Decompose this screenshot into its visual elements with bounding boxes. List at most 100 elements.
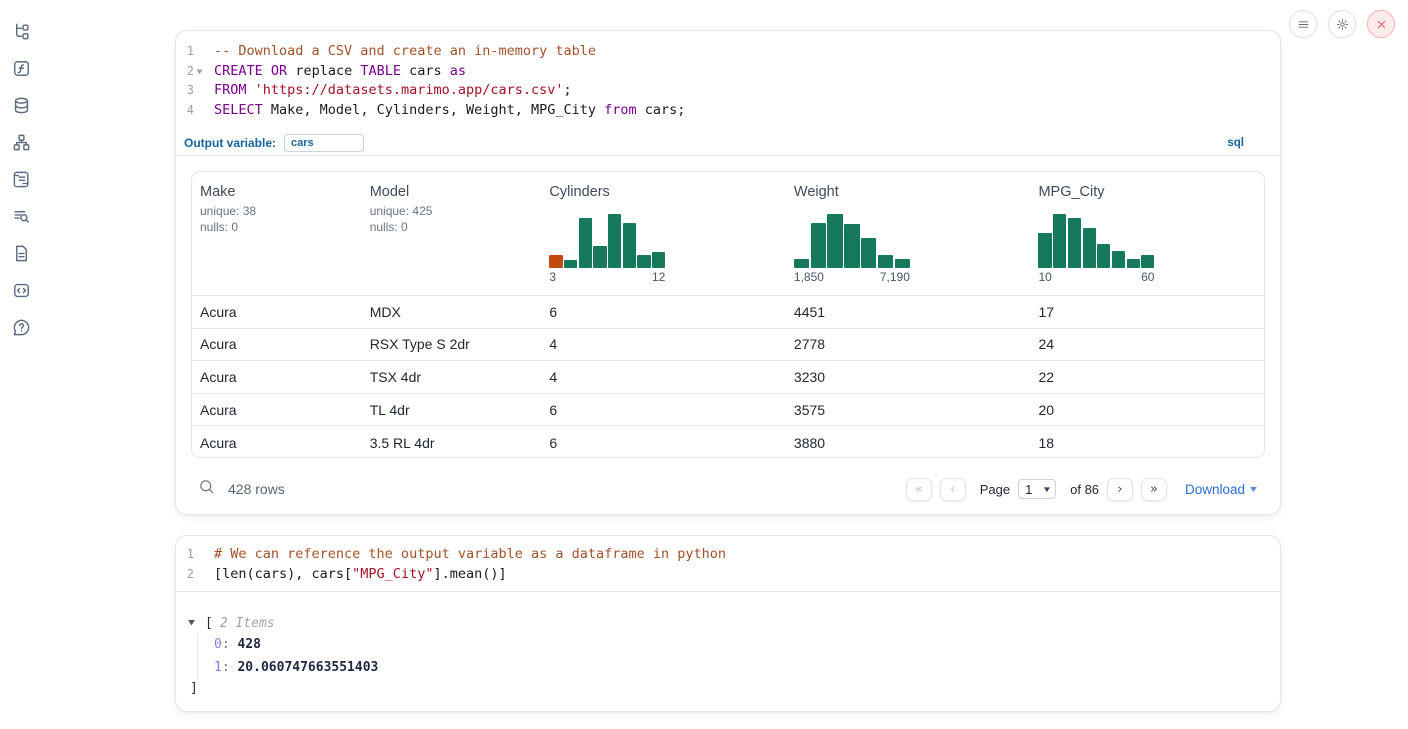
tree-entry-value: 20.060747663551403	[237, 660, 378, 675]
code-token: from	[604, 102, 637, 118]
code-token: cars	[401, 63, 450, 79]
code-token: ;	[564, 82, 572, 98]
histogram-bar	[608, 214, 621, 268]
code-token: CREATE	[214, 63, 263, 79]
histogram-bar	[637, 255, 650, 268]
column-title: MPG_City	[1038, 184, 1256, 200]
data-sources-icon[interactable]	[11, 96, 31, 116]
table-cell: 22	[1030, 369, 1264, 385]
page-select[interactable]: 1 ▼	[1018, 479, 1056, 499]
tree-root-row: ▼ [ 2 Items	[190, 612, 378, 634]
histogram-bar	[1083, 228, 1096, 268]
marimo-notebook: 1-- Download a CSV and create an in-memo…	[0, 0, 1408, 729]
settings-button[interactable]	[1328, 10, 1356, 38]
histogram-bar	[1053, 214, 1066, 268]
gutter-spacer	[192, 101, 217, 121]
output-variable-row: Output variable: sql	[176, 131, 1280, 156]
code-line: 4SELECT Make, Model, Cylinders, Weight, …	[176, 101, 1280, 121]
table-cell: 2778	[786, 336, 1031, 352]
dependency-graph-icon[interactable]	[11, 133, 31, 153]
output-variable-label: Output variable:	[184, 136, 276, 150]
snippets-icon[interactable]	[11, 281, 31, 301]
code-text: SELECT Make, Model, Cylinders, Weight, M…	[214, 101, 685, 121]
table-cell: 3230	[786, 369, 1031, 385]
table-cell: RSX Type S 2dr	[362, 336, 542, 352]
first-page-button[interactable]: «	[906, 478, 932, 501]
documentation-icon[interactable]	[11, 244, 31, 264]
code-text: CREATE OR replace TABLE cars as	[214, 62, 466, 82]
chevron-down-icon: ▼	[1248, 484, 1259, 494]
menu-icon	[1297, 18, 1310, 31]
code-line: 2[len(cars), cars["MPG_City"].mean()]	[176, 565, 1280, 585]
shutdown-button[interactable]	[1367, 10, 1395, 38]
sql-code-editor[interactable]: 1-- Download a CSV and create an in-memo…	[176, 31, 1280, 121]
table-row: AcuraRSX Type S 2dr4277824	[192, 329, 1264, 362]
column-histogram: 1,8507,190	[794, 214, 910, 284]
fold-chevron-icon[interactable]: ▼	[192, 62, 217, 82]
logs-icon[interactable]	[11, 170, 31, 190]
column-stat: nulls: 0	[200, 221, 354, 234]
download-button[interactable]: Download ▼	[1185, 482, 1258, 497]
table-cell: 3575	[786, 402, 1031, 418]
menu-button[interactable]	[1289, 10, 1317, 38]
histogram-bar	[652, 252, 665, 268]
axis-max-label: 60	[1141, 270, 1154, 284]
table-cell: TL 4dr	[362, 402, 542, 418]
settings-gear-icon	[1336, 18, 1349, 31]
table-body: AcuraMDX6445117AcuraRSX Type S 2dr427782…	[192, 296, 1264, 458]
histogram-bar	[794, 259, 809, 268]
column-header: Weight 1,8507,190	[786, 172, 1031, 295]
code-token: SELECT	[214, 102, 263, 118]
column-header: Cylinders312	[541, 172, 786, 295]
tree-entry: 1: 20.060747663551403	[214, 657, 378, 680]
collapse-chevron-icon[interactable]: ▼	[188, 618, 207, 628]
download-label: Download	[1185, 482, 1245, 497]
histogram-bar	[811, 223, 826, 268]
histogram-bar	[861, 238, 876, 268]
column-histogram: 312	[549, 214, 665, 284]
output-variable-input[interactable]	[284, 134, 364, 152]
table-cell: TSX 4dr	[362, 369, 542, 385]
function-variables-icon[interactable]	[11, 59, 31, 79]
next-page-button[interactable]: ›	[1107, 478, 1133, 501]
python-code-editor[interactable]: 1# We can reference the output variable …	[176, 536, 1280, 584]
code-token: FROM	[214, 82, 247, 98]
table-of-contents-search-icon[interactable]	[11, 207, 31, 227]
table-cell: 24	[1030, 336, 1264, 352]
python-cell: 1# We can reference the output variable …	[175, 535, 1281, 712]
output-tree: ▼ [ 2 Items 0: 4281: 20.060747663551403 …	[190, 612, 378, 699]
histogram-bar	[1112, 251, 1125, 268]
data-table: Makeunique: 38nulls: 0Modelunique: 425nu…	[191, 171, 1265, 458]
notebook-actions	[1289, 10, 1395, 38]
histogram-bar	[579, 218, 592, 268]
code-token: "MPG_City"	[352, 566, 433, 582]
code-token: TABLE	[360, 63, 401, 79]
sql-cell-output: Makeunique: 38nulls: 0Modelunique: 425nu…	[176, 156, 1280, 514]
table-cell: 4	[541, 336, 786, 352]
column-header: Makeunique: 38nulls: 0	[192, 172, 362, 295]
column-title: Weight	[794, 184, 1023, 200]
histogram-bar	[895, 259, 910, 268]
code-line: 2▼CREATE OR replace TABLE cars as	[176, 62, 1280, 82]
file-explorer-icon[interactable]	[11, 22, 31, 42]
code-line: 1# We can reference the output variable …	[176, 545, 1280, 565]
table-cell: 3880	[786, 435, 1031, 451]
gutter-spacer	[192, 545, 217, 565]
code-token: replace	[287, 63, 360, 79]
histogram-bar	[827, 214, 842, 268]
code-token: as	[450, 63, 466, 79]
table-cell: Acura	[192, 336, 362, 352]
code-line: 1-- Download a CSV and create an in-memo…	[176, 42, 1280, 62]
prev-page-button[interactable]: ‹	[940, 478, 966, 501]
axis-max-label: 7,190	[880, 270, 910, 284]
search-icon[interactable]	[198, 478, 215, 500]
tree-entry-colon: :	[222, 637, 238, 652]
table-header: Makeunique: 38nulls: 0Modelunique: 425nu…	[192, 172, 1264, 296]
column-stat: unique: 38	[200, 205, 354, 218]
table-cell: Acura	[192, 304, 362, 320]
last-page-button[interactable]: »	[1141, 478, 1167, 501]
help-icon[interactable]	[11, 318, 31, 338]
code-token: Make, Model, Cylinders, Weight, MPG_City	[263, 102, 604, 118]
table-cell: Acura	[192, 402, 362, 418]
code-token: [len(cars), cars[	[214, 566, 352, 582]
